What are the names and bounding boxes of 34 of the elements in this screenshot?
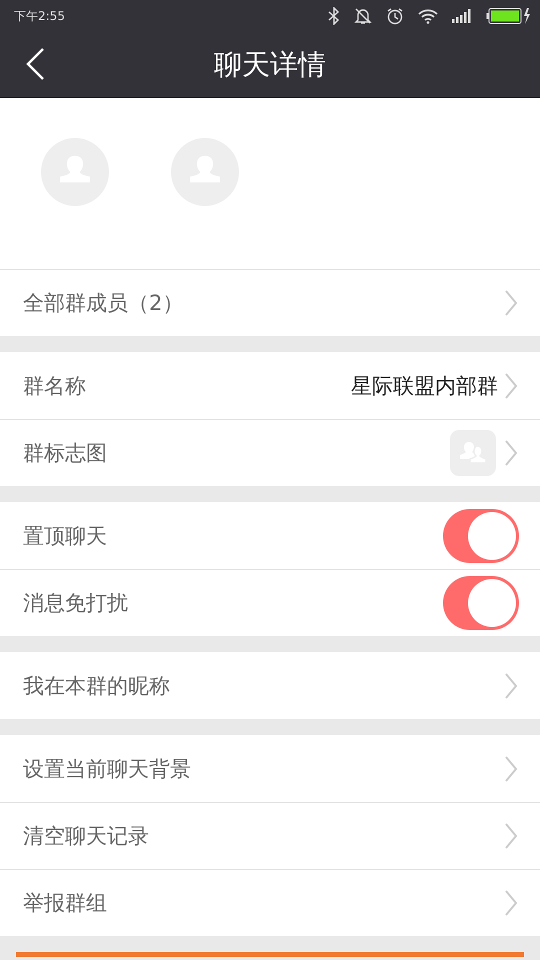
row-label: 设置当前聊天背景 — [23, 756, 192, 782]
row-label: 群名称 — [23, 372, 87, 400]
chevron-icon — [504, 672, 518, 700]
wifi-icon — [418, 8, 438, 24]
toggle-switch[interactable] — [443, 576, 519, 630]
signal-icon — [452, 9, 472, 23]
alarm-icon — [386, 7, 404, 25]
menu-row[interactable]: 群标志图 — [0, 419, 540, 486]
chevron-icon — [504, 372, 518, 400]
bluetooth-icon — [328, 7, 340, 25]
battery-charging-icon — [486, 7, 530, 25]
chevron-icon — [504, 822, 518, 850]
chevron-icon — [504, 439, 518, 467]
menu-row[interactable]: 清空聊天记录 — [0, 802, 540, 869]
row-label: 举报群组 — [23, 890, 108, 917]
row-label: 消息免打扰 — [23, 590, 129, 617]
status-time: 下午2:55 — [14, 8, 65, 24]
muted-bell-icon — [354, 7, 372, 25]
row-label: 我在本群的昵称 — [23, 672, 171, 700]
group-name-value: 星际联盟内部群 — [351, 372, 498, 400]
menu-row[interactable]: 设置当前聊天背景 — [0, 735, 540, 802]
page-title: 聊天详情 — [214, 46, 326, 82]
menu-row[interactable]: 我在本群的昵称 — [0, 652, 540, 719]
toggle-switch[interactable] — [443, 508, 519, 562]
menu-row[interactable]: 举报群组 — [0, 869, 540, 936]
row-label: 群标志图 — [23, 440, 108, 467]
chevron-icon — [504, 889, 518, 917]
chevron-icon — [504, 289, 518, 317]
chevron-icon — [504, 754, 518, 782]
row-label: 置顶聊天 — [23, 522, 108, 550]
menu-row[interactable]: 全部群成员（2） — [0, 269, 540, 336]
menu-row[interactable]: 群名称 星际联盟内部群 — [0, 352, 540, 419]
row-label: 清空聊天记录 — [23, 823, 150, 850]
row-label: 全部群成员（2） — [23, 290, 184, 317]
